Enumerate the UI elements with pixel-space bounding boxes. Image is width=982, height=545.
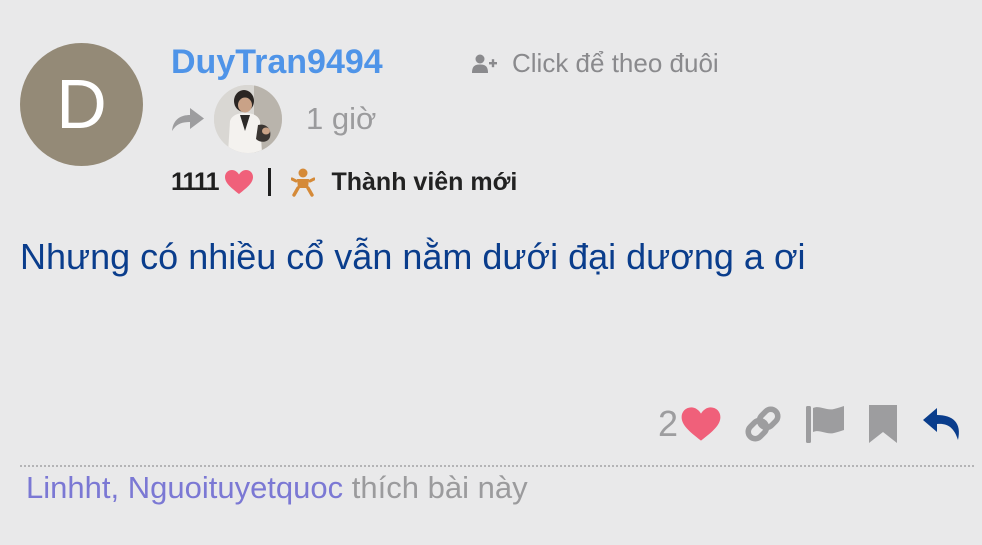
like-button[interactable]: 2 (658, 403, 722, 445)
avatar-letter: D (56, 65, 107, 143)
reply-icon (923, 408, 959, 440)
separator-line (20, 465, 974, 467)
report-button[interactable] (804, 403, 846, 445)
bookmark-icon (869, 405, 897, 443)
liker-separator: , (110, 470, 120, 505)
share-row: 1 giờ (170, 84, 376, 154)
author-username[interactable]: DuyTran9494 (171, 43, 383, 82)
post-time[interactable]: 1 giờ (306, 101, 376, 137)
author-stats: 1111 Thành viên mới (171, 164, 517, 200)
liked-by-summary: Linhht, Nguoituyetquoc thích bài này (26, 470, 528, 506)
shared-user-photo (214, 85, 282, 153)
baby-icon (291, 168, 316, 197)
stats-divider (268, 168, 272, 196)
liker-link[interactable]: Nguoituyetquoc (128, 470, 343, 505)
post-actions: 2 (658, 398, 964, 450)
copy-link-button[interactable] (742, 403, 784, 445)
bookmark-button[interactable] (866, 403, 900, 445)
link-icon (745, 406, 781, 442)
like-count: 2 (657, 403, 678, 444)
heart-icon (225, 170, 254, 194)
reply-button[interactable] (920, 404, 964, 444)
follow-label: Click để theo đuôi (512, 48, 719, 78)
heart-icon (681, 407, 721, 441)
shared-user-avatar[interactable] (214, 85, 282, 153)
author-avatar[interactable]: D (20, 43, 143, 166)
post-card: D DuyTran9494 Click để theo đuôi 1 giờ 1… (0, 0, 982, 545)
flag-icon (806, 406, 844, 443)
user-plus-icon (472, 54, 497, 73)
rank-label: Thành viên mới (331, 167, 518, 196)
post-content: Nhưng có nhiều cổ vẫn nằm dưới đại dương… (20, 236, 806, 277)
follow-button[interactable]: Click để theo đuôi (472, 48, 719, 79)
share-arrow-icon (172, 108, 204, 131)
liker-link[interactable]: Linhht (26, 470, 110, 505)
liked-by-suffix: thích bài này (351, 470, 528, 505)
author-likes-count: 1111 (171, 167, 219, 196)
